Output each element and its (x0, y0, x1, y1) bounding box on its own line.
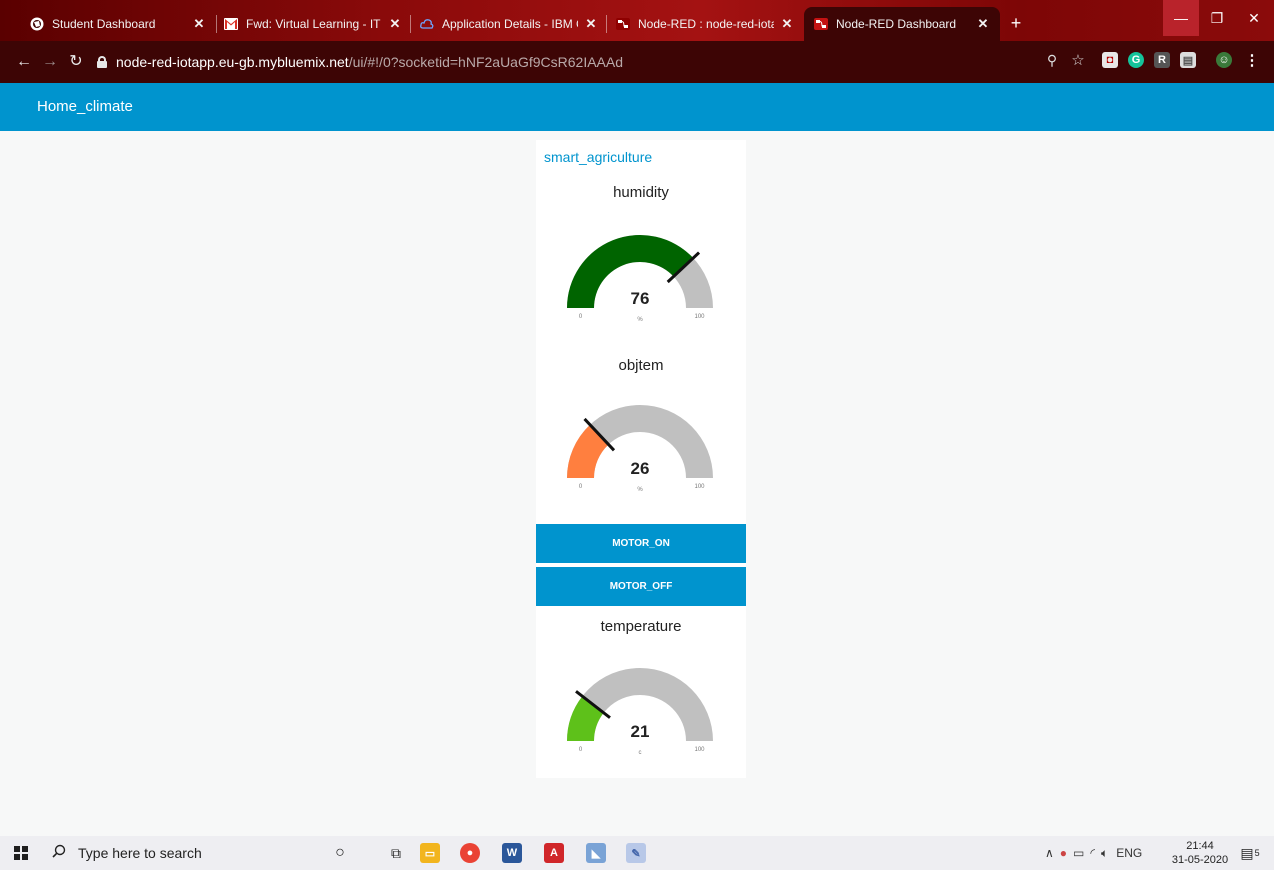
search-placeholder: Type here to search (78, 845, 202, 861)
forward-arrow-icon[interactable]: → (40, 52, 60, 72)
gauge-min-label: 0 (579, 314, 583, 320)
reader-extension-icon[interactable]: R (1154, 52, 1170, 68)
group-title: smart_agriculture (544, 149, 653, 165)
gauge-objtem: 26% 0 100 (567, 405, 713, 493)
clock-date: 31-05-2020 (1171, 854, 1229, 866)
file-explorer-icon[interactable]: ▭ (420, 843, 440, 863)
node-red-icon (616, 17, 630, 31)
close-window-icon[interactable]: ✕ (1236, 0, 1272, 36)
chevron-up-icon[interactable]: ∧ (1045, 846, 1054, 860)
gauge-max-label: 100 (694, 484, 705, 490)
restore-icon[interactable]: ❐ (1199, 0, 1235, 36)
app-tray-icon[interactable]: ● (1060, 846, 1067, 860)
notification-count: 5 (1254, 848, 1260, 858)
url-host: node-red-iotapp.eu-gb.mybluemix.net (116, 54, 349, 70)
tab-node-red-dashboard[interactable]: Node-RED Dashboard ✕ (804, 7, 1000, 41)
motor-off-button[interactable]: MOTOR_OFF (536, 567, 746, 606)
wifi-icon[interactable]: ◜ (1090, 846, 1095, 860)
pocket-extension-icon[interactable]: ◘ (1102, 52, 1118, 68)
page-title: Home_climate (37, 98, 133, 115)
task-view-icon[interactable]: ⧉ (386, 843, 406, 863)
close-tab-icon[interactable]: ✕ (388, 16, 402, 32)
tab-title: Node-RED Dashboard (836, 17, 957, 31)
language-indicator[interactable]: ENG (1116, 846, 1142, 860)
zoom-search-icon[interactable]: ⚲ (1044, 52, 1060, 68)
profile-avatar-icon[interactable]: ☺ (1216, 52, 1232, 68)
cortana-icon[interactable]: ○ (330, 843, 350, 863)
close-tab-icon[interactable]: ✕ (584, 16, 598, 32)
gauge-min-label: 0 (579, 484, 583, 490)
notification-center-icon[interactable]: ▤ 5 (1240, 843, 1260, 863)
media-app-icon[interactable]: ◣ (586, 843, 606, 863)
new-tab-icon[interactable]: + (1006, 13, 1026, 33)
tab-student-dashboard[interactable]: Student Dashboard ✕ (20, 7, 216, 41)
paint-app-icon[interactable]: ✎ (626, 843, 646, 863)
motor-on-button[interactable]: MOTOR_ON (536, 524, 746, 563)
address-bar[interactable]: node-red-iotapp.eu-gb.mybluemix.net /ui/… (93, 48, 1093, 76)
lock-icon (97, 56, 107, 68)
battery-icon[interactable]: ▭ (1073, 846, 1084, 860)
clock-time: 21:44 (1186, 840, 1214, 852)
more-menu-icon[interactable]: ⋮ (1244, 52, 1260, 69)
speaker-icon[interactable]: 🔈︎ (1101, 846, 1108, 861)
tab-title: Node-RED : node-red-iotapp.eu (638, 17, 774, 31)
url-path: /ui/#!/0?socketid=hNF2aUaGf9CsR62IAAAd (348, 54, 624, 70)
ibm-cloud-icon (420, 17, 434, 31)
close-tab-icon[interactable]: ✕ (192, 16, 206, 32)
chrome-icon[interactable]: ● (460, 843, 480, 863)
tab-title: Student Dashboard (52, 17, 156, 31)
gauge-max-label: 100 (694, 314, 705, 320)
node-red-icon (814, 17, 828, 31)
gmail-icon (224, 17, 238, 31)
group-card: smart_agriculture humidity 76% 0 100 objte… (536, 140, 746, 778)
system-tray: ∧ ● ▭ ◜ 🔈︎ ENG (1045, 836, 1142, 870)
gauge-temperature: 21 c 0 100 (567, 668, 713, 756)
tab-title: Application Details - IBM Cloud (442, 17, 578, 31)
globe-icon (30, 17, 44, 31)
back-arrow-icon[interactable]: ← (14, 52, 34, 72)
grammarly-extension-icon[interactable]: G (1128, 52, 1144, 68)
browser-tab-strip: Student Dashboard ✕ Fwd: Virtual Learnin… (0, 0, 1274, 41)
acrobat-icon[interactable]: A (544, 843, 564, 863)
close-tab-icon[interactable]: ✕ (976, 16, 990, 32)
tab-gmail[interactable]: Fwd: Virtual Learning - IT Skill Co ✕ (214, 7, 412, 41)
gauge-unit: c (639, 750, 642, 756)
gauge-humidity: 76% 0 100 (567, 235, 713, 323)
tab-title: Fwd: Virtual Learning - IT Skill Co (246, 17, 382, 31)
tab-ibm-cloud[interactable]: Application Details - IBM Cloud ✕ (410, 7, 608, 41)
gauge-min-label: 0 (579, 747, 583, 753)
word-icon[interactable]: W (502, 843, 522, 863)
gauge-title-temperature: temperature (600, 618, 682, 635)
gauge-max-label: 100 (694, 747, 705, 753)
tab-node-red-editor[interactable]: Node-RED : node-red-iotapp.eu ✕ (606, 7, 804, 41)
minimize-icon[interactable]: — (1163, 0, 1199, 36)
gauge-value: 21 (631, 722, 650, 741)
gauge-value: 76 (631, 289, 650, 308)
windows-start-icon[interactable] (14, 846, 28, 860)
gauge-title-objtem: objtem (618, 357, 664, 374)
close-tab-icon[interactable]: ✕ (780, 16, 794, 32)
windows-taskbar: Type here to search ○ ⧉ ▭ ● W A ◣ ✎ ∧ ● … (0, 836, 1274, 870)
gauge-unit: % (637, 317, 643, 323)
gauge-unit: % (637, 487, 643, 493)
reload-icon[interactable]: ↻ (66, 52, 86, 72)
search-icon (52, 844, 66, 863)
bookmark-star-icon[interactable]: ☆ (1070, 52, 1086, 69)
taskbar-clock[interactable]: 21:44 31-05-2020 (1170, 839, 1230, 867)
taskbar-search-box[interactable]: Type here to search (44, 836, 314, 870)
notes-extension-icon[interactable]: ▤ (1180, 52, 1196, 68)
dashboard-header: Home_climate (0, 83, 1274, 131)
gauge-title-humidity: humidity (613, 184, 669, 201)
gauge-value: 26 (631, 459, 650, 478)
